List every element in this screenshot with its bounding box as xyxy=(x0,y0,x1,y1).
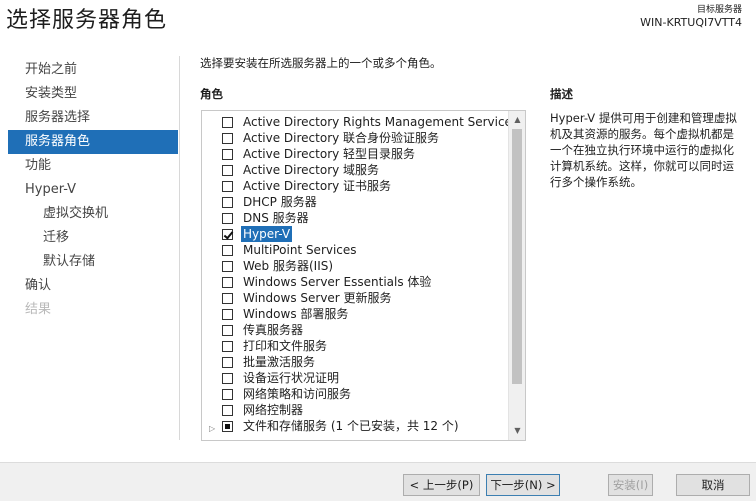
role-label: 网络策略和访问服务 xyxy=(243,387,352,401)
role-row[interactable]: DNS 服务器 xyxy=(202,210,508,226)
roles-scrollbar[interactable]: ▲ ▼ xyxy=(508,111,525,440)
target-server-label: 目标服务器 xyxy=(696,5,742,15)
target-server-info: 目标服务器 WIN-KRTUQI7VTT4 xyxy=(640,2,742,29)
role-checkbox[interactable] xyxy=(222,341,233,352)
role-label: 设备运行状况证明 xyxy=(243,371,340,385)
nav-divider xyxy=(179,56,180,440)
role-checkbox[interactable] xyxy=(222,229,233,240)
role-label: Active Directory 联合身份验证服务 xyxy=(243,131,440,145)
role-row[interactable]: Windows Server 更新服务 xyxy=(202,290,508,306)
nav-item[interactable]: 默认存储 xyxy=(8,250,178,274)
roles-rows: Active Directory Rights Management Servi… xyxy=(202,114,518,434)
role-checkbox[interactable] xyxy=(222,117,233,128)
target-server-name: WIN-KRTUQI7VTT4 xyxy=(640,16,742,29)
role-label: Active Directory 轻型目录服务 xyxy=(243,147,416,161)
role-checkbox[interactable] xyxy=(222,213,233,224)
role-label: 传真服务器 xyxy=(243,323,304,337)
scroll-up-icon[interactable]: ▲ xyxy=(509,113,526,127)
role-row[interactable]: 设备运行状况证明 xyxy=(202,370,508,386)
nav-item[interactable]: 开始之前 xyxy=(8,58,178,82)
cancel-button[interactable]: 取消 xyxy=(676,474,750,496)
role-checkbox[interactable] xyxy=(222,133,233,144)
description-header: 描述 xyxy=(550,87,573,101)
role-row[interactable]: Windows Server Essentials 体验 xyxy=(202,274,508,290)
role-label: 网络控制器 xyxy=(243,403,304,417)
roles-list[interactable]: Active Directory Rights Management Servi… xyxy=(201,110,526,441)
role-checkbox[interactable] xyxy=(222,181,233,192)
role-label: Windows Server 更新服务 xyxy=(243,291,392,305)
role-row[interactable]: Active Directory 域服务 xyxy=(202,162,508,178)
role-row[interactable]: Windows 部署服务 xyxy=(202,306,508,322)
nav-item[interactable]: 虚拟交换机 xyxy=(8,202,178,226)
role-row[interactable]: Hyper-V xyxy=(202,226,508,242)
role-checkbox[interactable] xyxy=(222,325,233,336)
role-checkbox[interactable] xyxy=(222,261,233,272)
role-label: 打印和文件服务 xyxy=(243,339,328,353)
role-row[interactable]: Active Directory 轻型目录服务 xyxy=(202,146,508,162)
role-checkbox[interactable] xyxy=(222,293,233,304)
expand-icon[interactable]: ▷ xyxy=(209,421,215,437)
nav-item: 结果 xyxy=(25,302,52,317)
nav-item[interactable]: 功能 xyxy=(8,154,178,178)
scroll-thumb[interactable] xyxy=(512,129,522,384)
wizard-footer: < 上一步(P) 下一步(N) > 安装(I) 取消 xyxy=(0,462,756,501)
instruction-text: 选择要安装在所选服务器上的一个或多个角色。 xyxy=(200,56,442,70)
role-label: Web 服务器(IIS) xyxy=(243,259,334,273)
install-button[interactable]: 安装(I) xyxy=(608,474,653,496)
role-row[interactable]: Active Directory Rights Management Servi… xyxy=(202,114,518,130)
role-checkbox[interactable] xyxy=(222,405,233,416)
nav-item[interactable]: 迁移 xyxy=(8,226,178,250)
nav-item[interactable]: 服务器角色 xyxy=(8,130,178,154)
role-row[interactable]: ▷ 文件和存储服务 (1 个已安装，共 12 个) xyxy=(202,418,508,434)
role-checkbox[interactable] xyxy=(222,389,233,400)
role-label: DNS 服务器 xyxy=(243,211,309,225)
role-label: 批量激活服务 xyxy=(243,355,316,369)
role-row[interactable]: DHCP 服务器 xyxy=(202,194,508,210)
wizard-nav: 开始之前 安装类型 服务器选择 服务器角色 功能 Hyper-V 虚拟交换机 迁移 默认存储 确认… xyxy=(8,58,178,322)
role-label: Active Directory 证书服务 xyxy=(243,179,392,193)
scroll-down-icon[interactable]: ▼ xyxy=(509,424,526,438)
role-row[interactable]: Active Directory 联合身份验证服务 xyxy=(202,130,508,146)
role-checkbox[interactable] xyxy=(222,357,233,368)
role-label: Windows 部署服务 xyxy=(243,307,349,321)
role-label: Active Directory Rights Management Servi… xyxy=(243,115,519,129)
role-row[interactable]: Web 服务器(IIS) xyxy=(202,258,508,274)
role-label: Hyper-V xyxy=(241,226,293,242)
role-label: 文件和存储服务 (1 个已安装，共 12 个) xyxy=(243,419,459,433)
role-row[interactable]: Active Directory 证书服务 xyxy=(202,178,508,194)
role-row[interactable]: MultiPoint Services xyxy=(202,242,508,258)
role-checkbox[interactable] xyxy=(222,373,233,384)
nav-item[interactable]: 服务器选择 xyxy=(8,106,178,130)
role-checkbox[interactable] xyxy=(222,421,233,432)
role-row[interactable]: 传真服务器 xyxy=(202,322,508,338)
role-row[interactable]: 网络控制器 xyxy=(202,402,508,418)
role-checkbox[interactable] xyxy=(222,245,233,256)
role-checkbox[interactable] xyxy=(222,149,233,160)
role-checkbox[interactable] xyxy=(222,197,233,208)
role-label: DHCP 服务器 xyxy=(243,195,317,209)
page-title: 选择服务器角色 xyxy=(6,8,168,33)
nav-item[interactable]: 安装类型 xyxy=(8,82,178,106)
role-checkbox[interactable] xyxy=(222,165,233,176)
next-button[interactable]: 下一步(N) > xyxy=(486,474,560,496)
previous-button[interactable]: < 上一步(P) xyxy=(403,474,480,496)
role-checkbox[interactable] xyxy=(222,277,233,288)
nav-item[interactable]: 确认 xyxy=(8,274,178,298)
role-checkbox[interactable] xyxy=(222,309,233,320)
role-row[interactable]: 打印和文件服务 xyxy=(202,338,508,354)
nav-item[interactable]: Hyper-V xyxy=(8,178,178,202)
roles-header: 角色 xyxy=(200,87,223,101)
role-label: Active Directory 域服务 xyxy=(243,163,380,177)
description-text: Hyper-V 提供可用于创建和管理虚拟机及其资源的服务。每个虚拟机都是一个在独… xyxy=(550,111,737,189)
role-label: Windows Server Essentials 体验 xyxy=(243,275,432,289)
role-label: MultiPoint Services xyxy=(243,243,357,257)
role-row[interactable]: 网络策略和访问服务 xyxy=(202,386,508,402)
role-row[interactable]: 批量激活服务 xyxy=(202,354,508,370)
